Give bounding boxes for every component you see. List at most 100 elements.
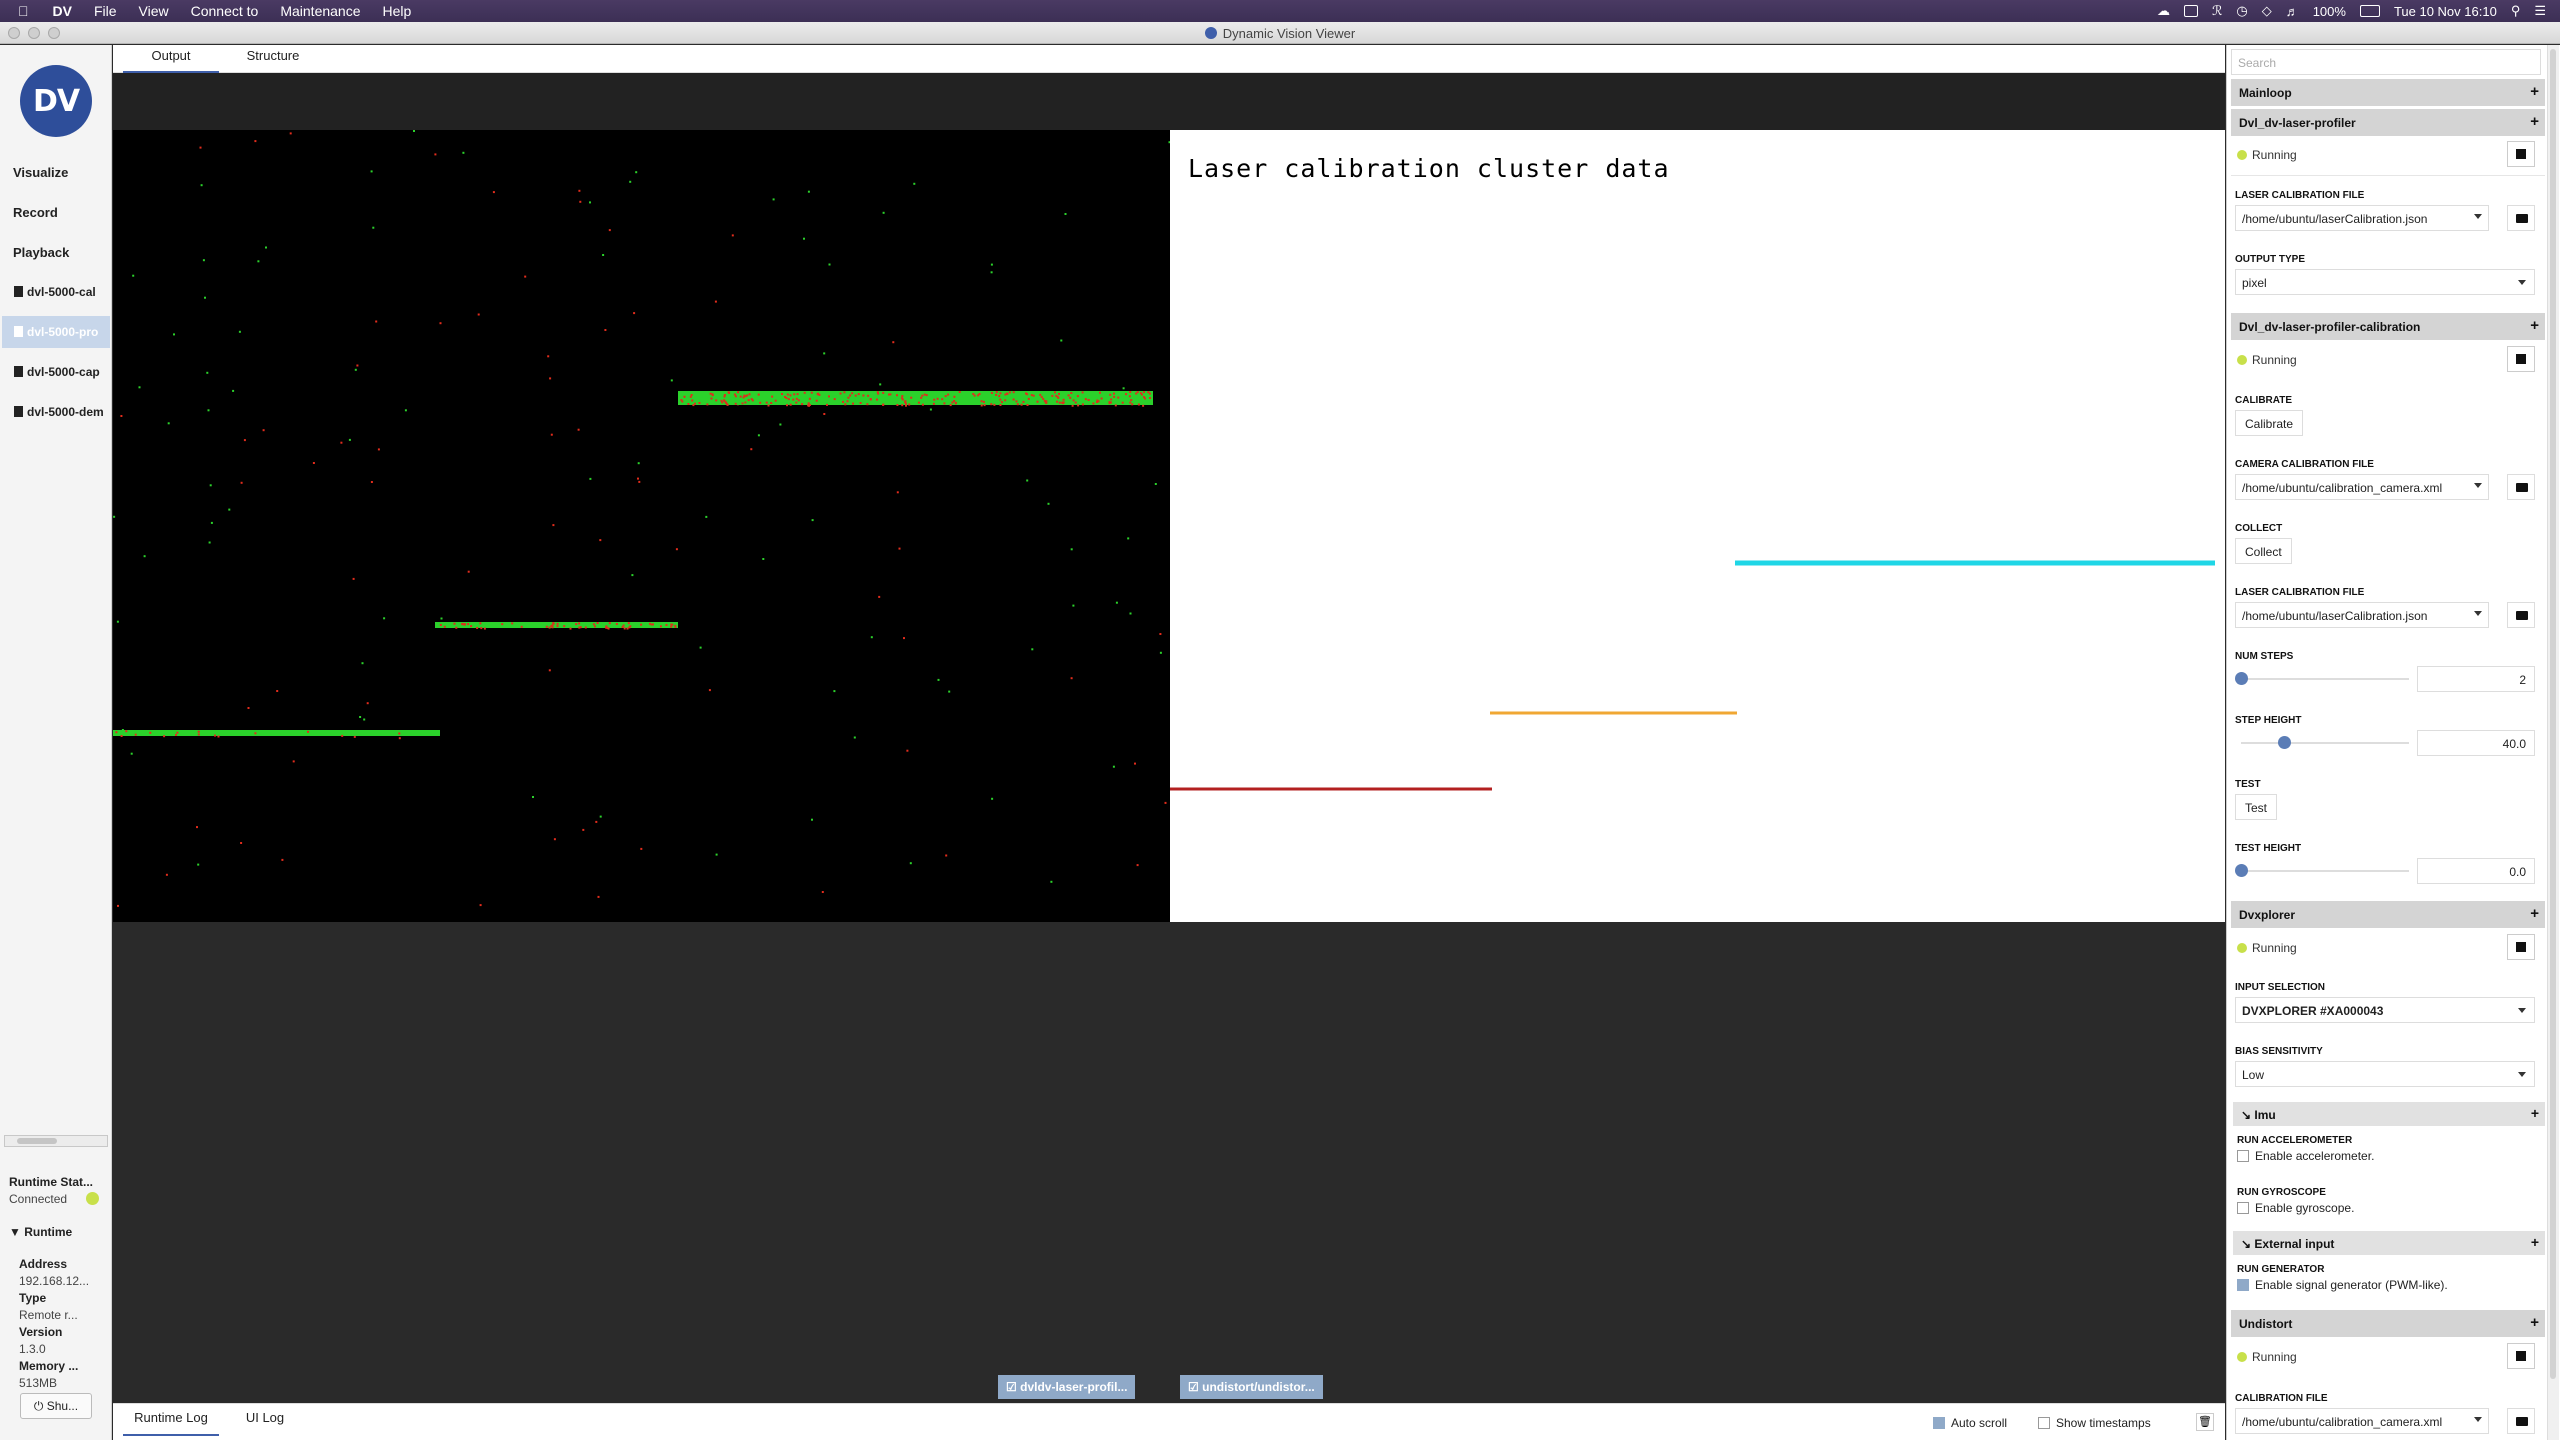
menu-app-name[interactable]: DV — [53, 3, 72, 19]
show-timestamps-toggle[interactable]: Show timestamps — [2038, 1416, 2151, 1430]
chevron-down-icon[interactable] — [2474, 1417, 2482, 1422]
section-laser-profiler[interactable]: Dvl_dv-laser-profiler + — [2231, 109, 2545, 136]
event-camera-output[interactable] — [113, 130, 1170, 922]
clear-log-trash-icon[interactable]: 🗑 — [2196, 1413, 2214, 1431]
input-selection-select[interactable]: DVXPLORER #XA000043 — [2235, 997, 2535, 1023]
calibration-cluster-output[interactable]: Laser calibration cluster data — [1170, 130, 2225, 922]
subsection-external-input[interactable]: ↘ External input + — [2233, 1231, 2545, 1255]
test-height-slider[interactable] — [2235, 858, 2411, 884]
slider-knob[interactable] — [2235, 864, 2248, 877]
sidebar-scrollbar[interactable] — [4, 1135, 108, 1147]
camera-calibration-file-input[interactable]: /home/ubuntu/calibration_camera.xml — [2235, 474, 2489, 500]
run-generator-checkbox[interactable] — [2237, 1279, 2249, 1291]
run-accelerometer-checkbox[interactable] — [2237, 1150, 2249, 1162]
stop-module-button[interactable] — [2507, 1343, 2535, 1369]
menubar-clock[interactable]: Tue 10 Nov 16:10 — [2394, 4, 2497, 19]
field-label: RUN GYROSCOPE — [2237, 1187, 2326, 1198]
chevron-down-icon[interactable] — [2474, 611, 2482, 616]
add-icon[interactable]: + — [2530, 1314, 2539, 1331]
volume-icon[interactable]: ♬ — [2286, 4, 2299, 19]
off-event — [1135, 392, 1138, 395]
config-scrollbar[interactable] — [2547, 45, 2559, 1440]
notification-center-icon[interactable]: ☰ — [2534, 3, 2546, 19]
output-type-select[interactable]: pixel — [2235, 269, 2535, 295]
test-height-input[interactable]: 0.0 — [2417, 858, 2535, 884]
section-laser-profiler-calibration[interactable]: Dvl_dv-laser-profiler-calibration + — [2231, 313, 2545, 340]
bluetooth-icon[interactable]: ℛ — [2212, 3, 2222, 19]
add-icon[interactable]: + — [2530, 317, 2539, 334]
project-file-item[interactable]: dvl-5000-cap — [2, 356, 110, 388]
off-event — [795, 401, 798, 404]
run-gyroscope-toggle[interactable]: Enable gyroscope. — [2237, 1201, 2354, 1215]
tab-output[interactable]: Output — [123, 45, 219, 73]
menu-connect-to[interactable]: Connect to — [191, 3, 259, 19]
laser-calibration-file-input[interactable]: /home/ubuntu/laserCalibration.json — [2235, 602, 2489, 628]
spotlight-search-icon[interactable]: ⚲ — [2511, 3, 2521, 19]
tab-runtime-log[interactable]: Runtime Log — [123, 1404, 219, 1436]
chevron-down-icon[interactable] — [2474, 214, 2482, 219]
nav-record[interactable]: Record — [13, 205, 58, 220]
stop-module-button[interactable] — [2507, 346, 2535, 372]
add-icon[interactable]: + — [2531, 1105, 2539, 1121]
step-height-input[interactable]: 40.0 — [2417, 730, 2535, 756]
add-icon[interactable]: + — [2530, 113, 2539, 130]
stop-module-button[interactable] — [2507, 141, 2535, 167]
show-timestamps-checkbox[interactable] — [2038, 1417, 2050, 1429]
wifi-icon[interactable]: ◇ — [2262, 3, 2272, 19]
browse-folder-button[interactable] — [2507, 205, 2535, 231]
menu-file[interactable]: File — [94, 3, 117, 19]
slider-knob[interactable] — [2278, 736, 2292, 749]
noise-event — [113, 515, 116, 518]
battery-icon[interactable] — [2359, 5, 2380, 17]
laser-calibration-file-input[interactable]: /home/ubuntu/laserCalibration.json — [2235, 205, 2489, 231]
stream-tab-laser-profiler[interactable]: ☑ dvldv-laser-profil... — [998, 1375, 1136, 1399]
auto-scroll-toggle[interactable]: Auto scroll — [1933, 1416, 2007, 1430]
menu-maintenance[interactable]: Maintenance — [280, 3, 360, 19]
nav-visualize[interactable]: Visualize — [13, 165, 68, 180]
section-dvxplorer[interactable]: Dvxplorer + — [2231, 901, 2545, 928]
clock-icon[interactable]: ◷ — [2236, 3, 2247, 19]
num-steps-input[interactable]: 2 — [2417, 666, 2535, 692]
window-icon[interactable] — [2183, 5, 2198, 17]
section-mainloop[interactable]: Mainloop + — [2231, 79, 2545, 106]
num-steps-slider[interactable] — [2235, 666, 2411, 692]
stream-tab-undistort[interactable]: ☑ undistort/undistor... — [1180, 1375, 1323, 1399]
slider-knob[interactable] — [2235, 672, 2248, 685]
menu-help[interactable]: Help — [383, 3, 412, 19]
cloud-icon[interactable]: ☁ — [2157, 3, 2170, 19]
chevron-down-icon[interactable] — [2474, 483, 2482, 488]
tab-structure[interactable]: Structure — [225, 45, 321, 73]
bias-sensitivity-select[interactable]: Low — [2235, 1061, 2535, 1087]
apple-icon[interactable]:  — [18, 3, 29, 19]
noise-event — [370, 170, 373, 173]
add-icon[interactable]: + — [2530, 83, 2539, 100]
stop-module-button[interactable] — [2507, 934, 2535, 960]
section-undistort[interactable]: Undistort + — [2231, 1310, 2545, 1337]
browse-folder-button[interactable] — [2507, 1408, 2535, 1434]
shutdown-button[interactable]: ⏻ Shu... — [20, 1393, 92, 1419]
config-search-input[interactable]: Search — [2231, 49, 2541, 75]
runtime-header[interactable]: ▼ Runtime — [9, 1225, 72, 1239]
project-file-item[interactable]: dvl-5000-dem — [2, 396, 110, 428]
tab-ui-log[interactable]: UI Log — [225, 1404, 305, 1436]
calibrate-button[interactable]: Calibrate — [2235, 410, 2304, 436]
add-icon[interactable]: + — [2531, 1234, 2539, 1250]
menu-view[interactable]: View — [139, 3, 169, 19]
step-height-slider[interactable] — [2235, 730, 2411, 756]
nav-playback[interactable]: Playback — [13, 245, 69, 260]
project-file-item[interactable]: dvl-5000-pro — [2, 316, 110, 348]
run-accelerometer-toggle[interactable]: Enable accelerometer. — [2237, 1149, 2374, 1163]
battery-percent[interactable]: 100% — [2313, 4, 2346, 19]
off-event — [608, 622, 611, 625]
undistort-calibration-file-input[interactable]: /home/ubuntu/calibration_camera.xml — [2235, 1408, 2489, 1434]
subsection-imu[interactable]: ↘ Imu + — [2233, 1102, 2545, 1126]
browse-folder-button[interactable] — [2507, 474, 2535, 500]
test-button[interactable]: Test — [2235, 794, 2278, 820]
run-gyroscope-checkbox[interactable] — [2237, 1202, 2249, 1214]
add-icon[interactable]: + — [2530, 905, 2539, 922]
auto-scroll-checkbox[interactable] — [1933, 1417, 1945, 1429]
run-generator-toggle[interactable]: Enable signal generator (PWM-like). — [2237, 1278, 2448, 1292]
project-file-item[interactable]: dvl-5000-cal — [2, 276, 110, 308]
collect-button[interactable]: Collect — [2235, 538, 2292, 564]
browse-folder-button[interactable] — [2507, 602, 2535, 628]
